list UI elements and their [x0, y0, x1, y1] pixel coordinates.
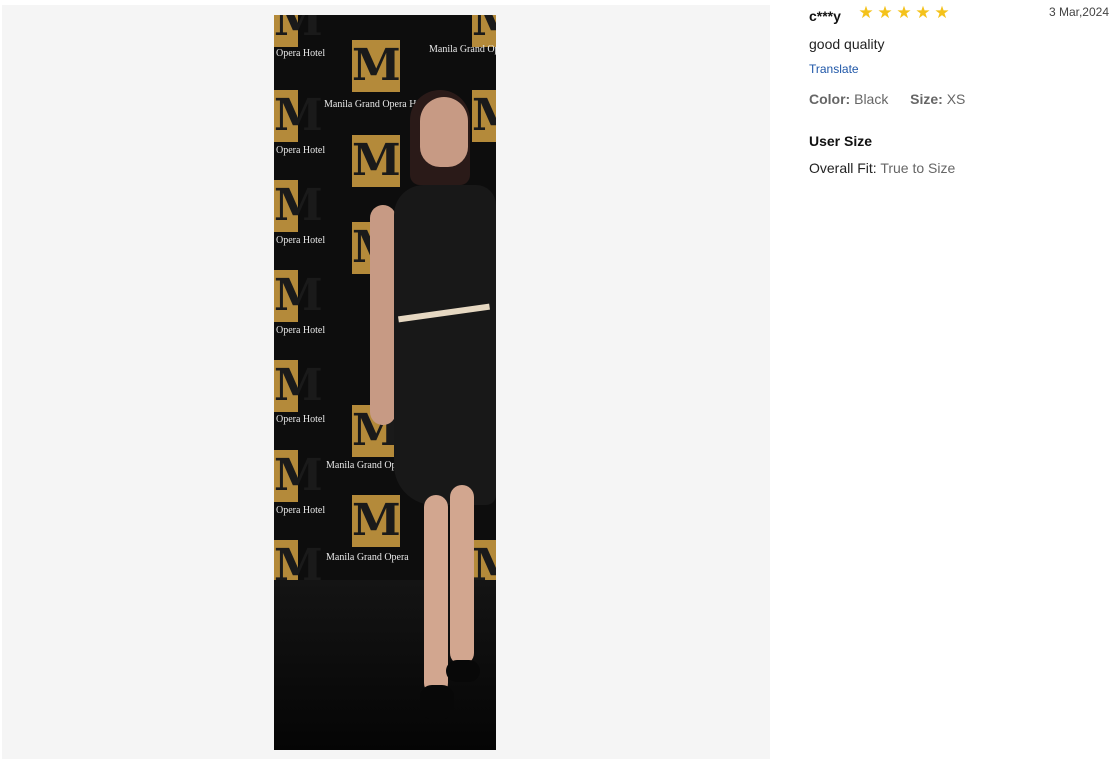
review-date: 3 Mar,2024	[1048, 5, 1109, 19]
figure-arm	[370, 205, 396, 425]
review-text: good quality	[809, 36, 885, 52]
size-value: XS	[946, 91, 966, 107]
backdrop-text: Manila Grand Opera	[429, 44, 496, 55]
size-label: Size:	[910, 91, 943, 107]
star-icon: ★	[858, 3, 874, 23]
backdrop-text: Opera Hotel	[276, 235, 326, 246]
backdrop-text: Opera Hotel	[276, 414, 326, 425]
color-value: Black	[854, 91, 889, 107]
figure-shoe	[420, 685, 454, 719]
fit-value: True to Size	[880, 160, 956, 176]
backdrop-logo: M	[472, 15, 496, 47]
backdrop-text: Opera Hotel	[276, 145, 326, 156]
figure-leg	[424, 495, 448, 695]
fit-label: Overall Fit:	[809, 160, 877, 176]
backdrop-text: Opera Hotel	[276, 325, 326, 336]
user-size-title: User Size	[809, 133, 873, 149]
star-icon: ★	[915, 3, 931, 23]
backdrop-logo: M	[472, 90, 496, 142]
backdrop-logo: M	[274, 90, 323, 142]
review-attributes: Color: Black Size: XS	[809, 91, 965, 107]
reviewer-name: c***y	[809, 8, 841, 24]
backdrop-text: Manila Grand Opera	[326, 552, 409, 563]
figure-leg	[450, 485, 474, 665]
star-rating: ★ ★ ★ ★ ★	[857, 4, 951, 22]
figure-shoe	[446, 660, 480, 682]
overall-fit: Overall Fit: True to Size	[809, 160, 955, 176]
backdrop-text: Opera Hotel	[276, 505, 326, 516]
figure-head	[420, 97, 468, 167]
backdrop-logo: M	[352, 40, 401, 92]
star-icon: ★	[934, 3, 950, 23]
backdrop-logo: M	[274, 15, 323, 47]
star-icon: ★	[896, 3, 912, 23]
review-photo[interactable]: M M M Manila Grand Opera Opera Hotel M M…	[274, 15, 496, 750]
color-label: Color:	[809, 91, 851, 107]
backdrop-logo: M	[352, 495, 401, 547]
star-icon: ★	[877, 3, 893, 23]
translate-link[interactable]: Translate	[809, 62, 859, 76]
backdrop-logo: M	[274, 180, 323, 232]
figure-dress	[394, 185, 496, 505]
backdrop-text: Opera Hotel	[276, 48, 326, 59]
review-page: M M M Manila Grand Opera Opera Hotel M M…	[0, 0, 1117, 759]
review-photo-panel: M M M Manila Grand Opera Opera Hotel M M…	[2, 5, 770, 759]
